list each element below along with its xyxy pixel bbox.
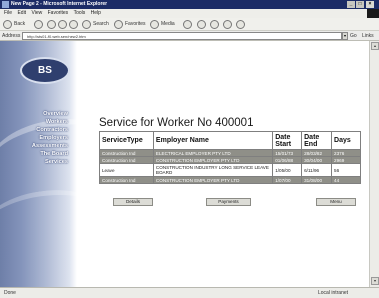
sidebar-item-overview[interactable]: Overview <box>8 110 68 118</box>
menu-edit[interactable]: Edit <box>17 10 26 16</box>
service-table: ServiceType Employer Name Date Start Dat… <box>99 131 361 184</box>
cell-service-type: Construction Ind <box>99 176 154 184</box>
table-header-row: ServiceType Employer Name Date Start Dat… <box>99 131 361 150</box>
column-header-date-start: Date Start <box>272 131 303 150</box>
edit-icon[interactable] <box>223 20 232 29</box>
address-label: Address <box>2 33 21 39</box>
media-button-label[interactable]: Media <box>161 20 175 29</box>
bs-logo: BS <box>20 57 70 84</box>
cell-date-start: 1/07/00 <box>272 176 303 184</box>
favorites-star-icon[interactable] <box>114 20 123 29</box>
cell-service-type: Construction Ind <box>99 156 154 164</box>
menu-tools[interactable]: Tools <box>74 10 86 16</box>
cell-date-start: 15/01/73 <box>272 149 303 157</box>
column-header-date-end: Date End <box>301 131 333 150</box>
search-button-label[interactable]: Search <box>93 20 109 29</box>
discuss-icon[interactable] <box>236 20 245 29</box>
zone-indicator: Local intranet <box>318 290 349 296</box>
status-bar: Done Local intranet <box>0 287 379 298</box>
address-dropdown-icon[interactable]: ▾ <box>342 32 348 40</box>
table-row[interactable]: Construction Ind CONSTRUCTION EMPLOYER P… <box>99 156 361 164</box>
menu-view[interactable]: View <box>31 10 42 16</box>
refresh-icon[interactable] <box>58 20 67 29</box>
maximize-button[interactable]: □ <box>356 1 364 8</box>
address-bar: Address http://sts01-f0.web.sen/new2.htm… <box>0 31 379 41</box>
window-titlebar: New Page 2 - Microsoft Internet Explorer… <box>0 0 379 9</box>
payments-button[interactable]: Payments <box>206 198 251 206</box>
cell-days: 2969 <box>331 156 361 164</box>
menu-help[interactable]: Help <box>91 10 101 16</box>
sidebar-item-assessments[interactable]: Assessments <box>8 142 68 150</box>
back-arrow-icon[interactable] <box>3 20 12 29</box>
sidebar-item-the-board[interactable]: The Board <box>8 150 68 158</box>
window-title: New Page 2 - Microsoft Internet Explorer <box>11 1 108 7</box>
close-button[interactable]: × <box>366 1 374 8</box>
cell-date-start: 01/06/88 <box>272 156 303 164</box>
details-button[interactable]: Details <box>113 198 153 206</box>
page-title: Service for Worker No 400001 <box>99 117 254 129</box>
cell-date-end: 31/08/00 <box>301 176 333 184</box>
sidebar-swoosh-decoration <box>0 182 77 270</box>
minimize-button[interactable]: _ <box>347 1 355 8</box>
cell-service-type: Construction Ind <box>99 149 154 157</box>
stop-icon[interactable] <box>47 20 56 29</box>
table-row[interactable]: Construction Ind CONSTRUCTION EMPLOYER P… <box>99 176 361 184</box>
column-header-days: Days <box>331 131 361 150</box>
home-icon[interactable] <box>69 20 78 29</box>
windows-logo-icon <box>367 9 379 18</box>
sidebar-item-services[interactable]: Services <box>8 158 68 166</box>
table-row[interactable]: Construction Ind ELECTRICAL EMPLOYER PTY… <box>99 149 361 157</box>
menu-button[interactable]: Menu <box>316 198 356 206</box>
menu-favorites[interactable]: Favorites <box>48 10 69 16</box>
links-button[interactable]: Links <box>362 31 374 41</box>
print-icon[interactable] <box>210 20 219 29</box>
sidebar-item-contractors[interactable]: Contractors <box>8 126 68 134</box>
search-icon[interactable] <box>82 20 91 29</box>
go-button[interactable]: Go <box>350 31 357 41</box>
ie-icon <box>2 1 9 8</box>
cell-employer-name: ELECTRICAL EMPLOYER PTY LTD <box>152 149 274 157</box>
mail-icon[interactable] <box>197 20 206 29</box>
address-input[interactable]: http://sts01-f0.web.sen/new2.htm <box>22 32 342 40</box>
sidebar-item-workers[interactable]: Workers <box>8 118 68 126</box>
sidebar-item-employers[interactable]: Employers <box>8 134 68 142</box>
column-header-service-type: ServiceType <box>99 131 154 150</box>
menu-bar: File Edit View Favorites Tools Help <box>0 9 379 18</box>
sidebar: BS Overview Workers Contractors Employer… <box>0 41 77 287</box>
forward-arrow-icon[interactable] <box>34 20 43 29</box>
cell-date-end: 28/03/82 <box>301 149 333 157</box>
cell-date-end: 6/11/96 <box>301 163 333 177</box>
cell-days: 44 <box>331 176 361 184</box>
back-button-label[interactable]: Back <box>14 20 25 29</box>
column-header-employer-name: Employer Name <box>152 131 274 150</box>
vertical-scrollbar[interactable]: ▴ ▾ <box>369 41 379 287</box>
cell-employer-name: CONSTRUCTION EMPLOYER PTY LTD <box>152 156 274 164</box>
cell-date-end: 30/04/00 <box>301 156 333 164</box>
cell-days: 2376 <box>331 149 361 157</box>
scroll-down-arrow-icon[interactable]: ▾ <box>371 277 379 285</box>
status-text: Done <box>4 290 16 296</box>
cell-employer-name: CONSTRUCTION INDUSTRY LONG SERVICE LEAVE… <box>152 163 274 177</box>
favorites-button-label[interactable]: Favorites <box>125 20 146 29</box>
cell-date-start: 1/05/00 <box>272 163 303 177</box>
history-icon[interactable] <box>183 20 192 29</box>
toolbar: Back Search Favorites Media <box>0 18 379 31</box>
media-icon[interactable] <box>150 20 159 29</box>
cell-service-type: Leave <box>99 163 154 177</box>
table-row[interactable]: Leave CONSTRUCTION INDUSTRY LONG SERVICE… <box>99 163 361 177</box>
menu-file[interactable]: File <box>4 10 12 16</box>
cell-employer-name: CONSTRUCTION EMPLOYER PTY LTD <box>152 176 274 184</box>
scroll-up-arrow-icon[interactable]: ▴ <box>371 42 379 50</box>
cell-days: 56 <box>331 163 361 177</box>
